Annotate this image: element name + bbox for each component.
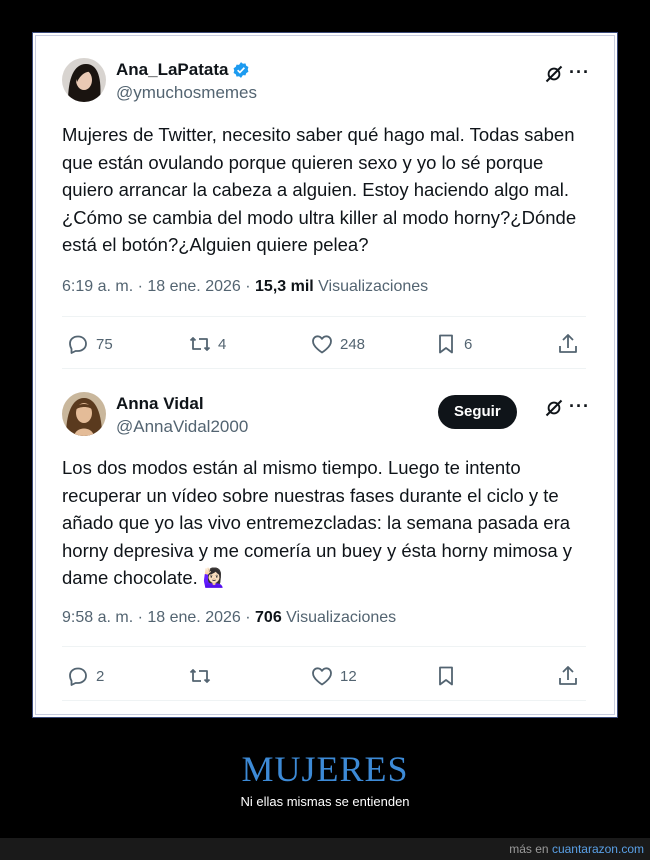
view-count: 706: [255, 609, 282, 626]
handle[interactable]: @ymuchosmemes: [116, 83, 257, 103]
verified-badge-icon: [234, 62, 249, 78]
share-icon: [559, 666, 577, 685]
avatar[interactable]: [62, 392, 106, 436]
retweet-count: 4: [218, 335, 227, 353]
tweet-text: Los dos modos están al mismo tiempo. Lue…: [62, 457, 573, 588]
more-options-icon[interactable]: ···: [569, 62, 590, 83]
avatar[interactable]: [62, 58, 106, 102]
footer-credit: más en cuantarazon.com: [509, 842, 644, 856]
display-name[interactable]: Ana_LaPatata: [116, 60, 250, 80]
share-icon: [559, 334, 577, 353]
display-name-text[interactable]: Ana_LaPatata: [116, 60, 228, 80]
divider: [62, 700, 586, 701]
reply-button[interactable]: 75: [66, 332, 113, 356]
like-count: 248: [340, 335, 366, 353]
reply-icon: [69, 667, 87, 686]
footer: más en cuantarazon.com: [0, 838, 650, 860]
share-button[interactable]: [556, 332, 586, 356]
tweet-meta: 6:19 a. m. · 18 ene. 2026 · 15,3 mil Vis…: [62, 278, 428, 296]
reply-count: 2: [96, 667, 105, 685]
screenshot-frame: Ana_LaPatata @ymuchosmemes ··· Mujeres d…: [32, 32, 618, 718]
tweet-meta: 9:58 a. m. · 18 ene. 2026 · 706 Visualiz…: [62, 609, 396, 627]
display-name-text[interactable]: Anna Vidal: [116, 394, 204, 414]
retweet-icon: [189, 337, 211, 351]
display-name[interactable]: Anna Vidal: [116, 394, 204, 414]
footer-prefix: más en: [509, 842, 552, 856]
views-label: Visualizaciones: [313, 278, 429, 295]
timestamp[interactable]: 6:19 a. m. · 18 ene. 2026 ·: [62, 278, 255, 295]
tweet-text: Mujeres de Twitter, necesito saber qué h…: [62, 124, 577, 255]
reply-icon: [69, 335, 87, 354]
tweet-1: Ana_LaPatata @ymuchosmemes ··· Mujeres d…: [62, 58, 589, 369]
divider: [62, 316, 586, 317]
grok-icon[interactable]: [544, 64, 564, 84]
bookmark-button[interactable]: 6: [434, 332, 472, 356]
view-count: 15,3 mil: [255, 278, 314, 295]
caption-subtitle: Ni ellas mismas se entienden: [240, 794, 410, 809]
more-options-icon[interactable]: ···: [569, 396, 590, 417]
reply-button[interactable]: 2: [66, 664, 104, 688]
timestamp[interactable]: 9:58 a. m. · 18 ene. 2026 ·: [62, 609, 255, 626]
divider: [62, 368, 586, 369]
like-button[interactable]: 12: [310, 664, 357, 688]
bookmark-count: 6: [464, 335, 473, 353]
heart-icon: [312, 335, 332, 354]
heart-icon: [312, 667, 332, 686]
tweet-2-header: Anna Vidal @AnnaVidal2000 Seguir ···: [62, 392, 589, 444]
like-button[interactable]: 248: [310, 332, 365, 356]
handle[interactable]: @AnnaVidal2000: [116, 417, 248, 437]
follow-button[interactable]: Seguir: [438, 395, 517, 429]
retweet-button[interactable]: 4: [188, 332, 226, 356]
tweet-2: Anna Vidal @AnnaVidal2000 Seguir ··· Los…: [62, 392, 589, 701]
tweet-thread: Ana_LaPatata @ymuchosmemes ··· Mujeres d…: [35, 35, 615, 715]
reply-count: 75: [96, 335, 113, 353]
retweet-icon: [189, 669, 211, 683]
bookmark-icon: [439, 334, 453, 354]
bookmark-icon: [439, 666, 453, 686]
bookmark-button[interactable]: [434, 664, 464, 688]
retweet-button[interactable]: [188, 664, 218, 688]
like-count: 12: [340, 667, 357, 685]
caption-title: MUJERES: [241, 749, 409, 789]
share-button[interactable]: [556, 664, 586, 688]
action-bar: 75 4 248 6: [62, 332, 586, 356]
grok-icon[interactable]: [544, 398, 564, 418]
divider: [62, 646, 586, 647]
site-link[interactable]: cuantarazon.com: [552, 842, 644, 856]
action-bar: 2 12: [62, 664, 586, 688]
views-label: Visualizaciones: [281, 609, 397, 626]
tweet-1-header: Ana_LaPatata @ymuchosmemes ···: [62, 58, 589, 110]
